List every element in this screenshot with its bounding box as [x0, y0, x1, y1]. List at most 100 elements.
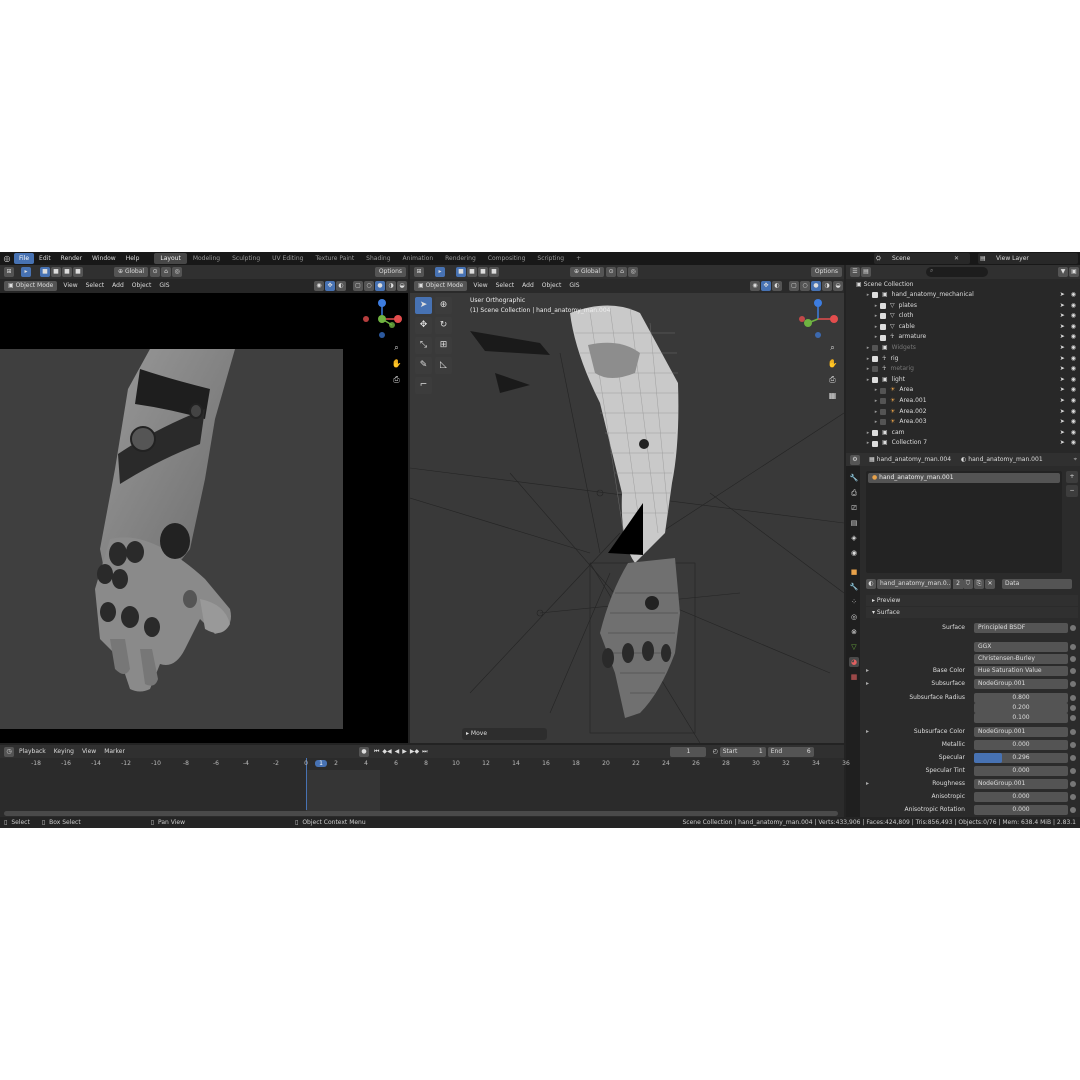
tab-compositing[interactable]: Compositing	[482, 253, 532, 264]
node-socket-dot-icon[interactable]	[1070, 715, 1076, 721]
selectable-icon[interactable]: ➤	[1060, 301, 1065, 312]
visibility-eye-icon[interactable]: ◉	[1071, 322, 1076, 333]
gizmo-icon[interactable]: ✥	[325, 281, 335, 291]
constraints-tab-icon[interactable]: ⊗	[849, 627, 859, 637]
exclude-checkbox[interactable]	[880, 302, 886, 309]
timeline-area[interactable]	[0, 758, 844, 818]
expand-chevron-icon[interactable]: ▸	[864, 354, 872, 365]
select-mode-subtract-icon-right[interactable]: ■	[478, 267, 488, 277]
visibility-eye-icon[interactable]: ◉	[1071, 343, 1076, 354]
breadcrumb-material[interactable]: hand_anatomy_man.001	[968, 456, 1042, 463]
modifier-tab-icon[interactable]: 🔧	[849, 582, 859, 592]
menu-playback[interactable]: Playback	[15, 747, 50, 757]
select-tool-icon-right[interactable]: ▸	[435, 267, 445, 277]
select-tool-icon[interactable]: ▸	[21, 267, 31, 277]
exclude-checkbox[interactable]	[880, 334, 886, 341]
expand-chevron-icon[interactable]: ▸	[864, 364, 872, 375]
shading-material-icon-right[interactable]: ◑	[822, 281, 832, 291]
proportional-edit-icon[interactable]: ◎	[172, 267, 183, 277]
editor-type-icon-right[interactable]: ⊞	[414, 267, 424, 277]
exclude-checkbox[interactable]	[880, 419, 886, 426]
selectable-icon[interactable]: ➤	[1060, 322, 1065, 333]
link-type-dropdown[interactable]: Data	[1002, 578, 1072, 589]
selectable-icon[interactable]: ➤	[1060, 375, 1065, 386]
menu-gis-left[interactable]: GIS	[155, 281, 173, 291]
jump-end-icon[interactable]: ⏭	[422, 748, 427, 756]
selectable-icon[interactable]: ➤	[1060, 343, 1065, 354]
navigation-gizmo-right[interactable]	[794, 295, 844, 345]
right-viewport[interactable]: User Orthographic (1) Scene Collection |…	[410, 293, 844, 743]
outliner-row[interactable]: ▸ ▽ cloth ➤ ◉	[848, 311, 1080, 322]
visibility-eye-icon[interactable]: ◉	[1071, 417, 1076, 428]
exclude-checkbox[interactable]	[872, 345, 878, 352]
output-tab-icon[interactable]: ⎚	[849, 503, 859, 513]
outliner-row[interactable]: ▸ ▣ Collection 7 ➤ ◉	[848, 438, 1080, 449]
scene-tab-icon[interactable]: ◈	[849, 533, 859, 543]
node-socket-dot-icon[interactable]	[1070, 729, 1076, 735]
physics-tab-icon[interactable]: ◎	[849, 612, 859, 622]
visibility-eye-icon[interactable]: ◉	[1071, 290, 1076, 301]
shading-wireframe-icon[interactable]: ○	[364, 281, 374, 291]
navigation-gizmo[interactable]	[358, 295, 408, 345]
snap-icon[interactable]: ⌂	[161, 267, 172, 277]
record-icon[interactable]: ●	[358, 746, 369, 757]
properties-editor-type-icon[interactable]: ⚙	[850, 454, 860, 465]
world-tab-icon[interactable]: ◉	[849, 548, 859, 558]
menu-add-left[interactable]: Add	[108, 281, 128, 291]
outliner-row[interactable]: ▸ ▽ cable ➤ ◉	[848, 322, 1080, 333]
overlay-icon-right[interactable]: ◐	[772, 281, 782, 291]
selectable-icon[interactable]: ➤	[1060, 428, 1065, 439]
node-socket-dot-icon[interactable]	[1070, 794, 1076, 800]
expand-socket-chevron-icon[interactable]: ▸	[866, 780, 869, 787]
menu-select-left[interactable]: Select	[82, 281, 109, 291]
outliner-row[interactable]: ▸ ▣ light ➤ ◉	[848, 375, 1080, 386]
node-socket-dot-icon[interactable]	[1070, 755, 1076, 761]
exclude-checkbox[interactable]	[872, 355, 878, 362]
grid-icon-right[interactable]: ▦	[826, 389, 839, 402]
overlay-icon[interactable]: ◐	[336, 281, 346, 291]
stopwatch-icon[interactable]: ◴	[712, 748, 717, 755]
expand-chevron-icon[interactable]: ▸	[864, 438, 872, 449]
view-layer-tab-icon[interactable]: ▤	[849, 518, 859, 528]
select-mode-extend-icon-right[interactable]: ■	[467, 267, 477, 277]
transform-orientation-dropdown-right[interactable]: ⊕ Global	[570, 267, 605, 277]
tab-modeling[interactable]: Modeling	[187, 253, 226, 264]
pan-hand-icon[interactable]: ✋	[390, 357, 403, 370]
outliner-row[interactable]: ▸ ☀ Area.001 ➤ ◉	[848, 396, 1080, 407]
proportional-edit-icon-right[interactable]: ◎	[628, 267, 639, 277]
annotate-tool-icon[interactable]: ✎	[415, 357, 432, 374]
outliner-row[interactable]: ▸ ☥ rig ➤ ◉	[848, 354, 1080, 365]
node-socket-dot-icon[interactable]	[1070, 656, 1076, 662]
expand-chevron-icon[interactable]: ▸	[864, 428, 872, 439]
selectable-icon[interactable]: ➤	[1060, 354, 1065, 365]
select-mode-new-icon[interactable]: ■	[40, 267, 50, 277]
remove-slot-button[interactable]: −	[1066, 485, 1078, 497]
next-keyframe-icon[interactable]: ▶◆	[410, 748, 419, 755]
add-workspace-button[interactable]: +	[570, 253, 587, 264]
current-frame-field[interactable]: 1	[670, 746, 707, 757]
options-dropdown-left[interactable]: Options	[374, 267, 406, 277]
data-tab-icon[interactable]: ▽	[849, 642, 859, 652]
node-socket-dot-icon[interactable]	[1070, 705, 1076, 711]
jump-start-icon[interactable]: ⏮	[374, 748, 379, 756]
options-dropdown-right[interactable]: Options	[810, 267, 842, 277]
node-socket-dot-icon[interactable]	[1070, 768, 1076, 774]
expand-socket-chevron-icon[interactable]: ▸	[866, 728, 869, 735]
transform-tool-icon[interactable]: ⊞	[435, 337, 452, 354]
outliner-row[interactable]: ▸ ▣ cam ➤ ◉	[848, 428, 1080, 439]
editor-type-icon[interactable]: ⊞	[4, 267, 14, 277]
property-field[interactable]: 0.000	[974, 740, 1068, 750]
material-name-field[interactable]: hand_anatomy_man.0...	[877, 578, 951, 589]
exclude-checkbox[interactable]	[880, 408, 886, 415]
outliner-row[interactable]: ▸ ▽ plates ➤ ◉	[848, 301, 1080, 312]
panel-surface[interactable]: ▾ Surface	[866, 607, 1078, 618]
visibility-eye-icon[interactable]: ◉	[1071, 438, 1076, 449]
menu-select-right[interactable]: Select	[492, 281, 519, 291]
add-slot-button[interactable]: +	[1066, 471, 1078, 483]
select-box-tool-icon[interactable]: ➤	[415, 297, 432, 314]
property-field[interactable]: Principled BSDF	[974, 623, 1068, 633]
menu-object-right[interactable]: Object	[538, 281, 566, 291]
node-socket-dot-icon[interactable]	[1070, 644, 1076, 650]
exclude-checkbox[interactable]	[880, 387, 886, 394]
node-socket-dot-icon[interactable]	[1070, 781, 1076, 787]
